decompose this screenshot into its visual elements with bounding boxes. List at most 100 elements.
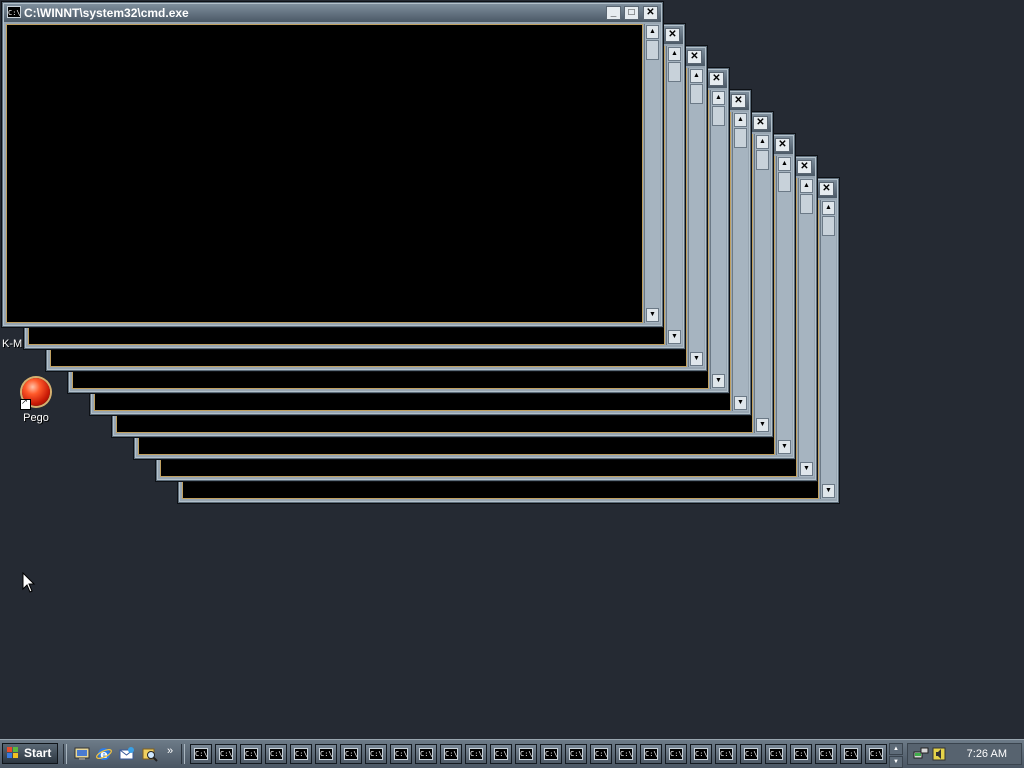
- close-button[interactable]: ✕: [797, 160, 812, 174]
- vertical-scrollbar[interactable]: ▲ ▼: [688, 68, 704, 367]
- cmd-window-icon[interactable]: C:\: [7, 6, 21, 18]
- taskbar-cmd-button[interactable]: C:\: [390, 744, 412, 764]
- scroll-up-icon[interactable]: ▲: [822, 201, 835, 215]
- scroll-thumb[interactable]: [734, 128, 747, 148]
- taskbar-cmd-button[interactable]: C:\: [590, 744, 612, 764]
- show-desktop-icon[interactable]: [74, 746, 90, 762]
- scroll-thumb[interactable]: [712, 106, 725, 126]
- taskbar-cmd-button[interactable]: C:\: [290, 744, 312, 764]
- taskbar-cmd-button[interactable]: C:\: [190, 744, 212, 764]
- vertical-scrollbar[interactable]: ▲ ▼: [776, 156, 792, 455]
- scroll-up-icon[interactable]: ▲: [668, 47, 681, 61]
- close-button[interactable]: ✕: [687, 50, 702, 64]
- scroll-thumb[interactable]: [668, 62, 681, 82]
- taskbar-cmd-button[interactable]: C:\: [790, 744, 812, 764]
- clock[interactable]: 7:26 AM: [967, 748, 1007, 760]
- vertical-scrollbar[interactable]: ▲ ▼: [798, 178, 814, 477]
- taskbar-separator: [63, 744, 67, 764]
- start-button[interactable]: Start: [2, 743, 58, 764]
- taskbar-cmd-button[interactable]: C:\: [490, 744, 512, 764]
- taskbar-cmd-button[interactable]: C:\: [640, 744, 662, 764]
- cmd-icon: C:\: [744, 748, 758, 760]
- vertical-scrollbar[interactable]: ▲ ▼: [644, 24, 660, 323]
- taskbar-cmd-button[interactable]: C:\: [440, 744, 462, 764]
- taskbar-cmd-button[interactable]: C:\: [715, 744, 737, 764]
- vertical-scrollbar[interactable]: ▲ ▼: [666, 46, 682, 345]
- taskbar-scroll[interactable]: ▲ ▼: [889, 743, 903, 768]
- scroll-up-icon[interactable]: ▲: [800, 179, 813, 193]
- minimize-button[interactable]: _: [606, 6, 621, 20]
- taskbar-cmd-button[interactable]: C:\: [340, 744, 362, 764]
- scroll-thumb[interactable]: [690, 84, 703, 104]
- taskbar-cmd-button[interactable]: C:\: [240, 744, 262, 764]
- scroll-down-icon[interactable]: ▼: [822, 484, 835, 498]
- scroll-up-icon[interactable]: ▲: [712, 91, 725, 105]
- taskbar-cmd-button[interactable]: C:\: [665, 744, 687, 764]
- cmd-icon: C:\: [644, 748, 658, 760]
- taskbar-cmd-button[interactable]: C:\: [465, 744, 487, 764]
- scroll-up-icon[interactable]: ▲: [734, 113, 747, 127]
- maximize-button[interactable]: □: [624, 6, 639, 20]
- taskbar-cmd-button[interactable]: C:\: [565, 744, 587, 764]
- taskbar-cmd-button[interactable]: C:\: [540, 744, 562, 764]
- scroll-up-icon[interactable]: ▲: [756, 135, 769, 149]
- taskbar-cmd-button[interactable]: C:\: [815, 744, 837, 764]
- search-icon[interactable]: [142, 746, 158, 762]
- taskbar-cmd-button[interactable]: C:\: [415, 744, 437, 764]
- close-button[interactable]: ✕: [665, 28, 680, 42]
- desktop-icon-pego[interactable]: Pego: [6, 378, 66, 424]
- close-button[interactable]: ✕: [643, 6, 658, 20]
- vertical-scrollbar[interactable]: ▲ ▼: [732, 112, 748, 411]
- scroll-down-icon[interactable]: ▼: [778, 440, 791, 454]
- vertical-scrollbar[interactable]: ▲ ▼: [820, 200, 836, 499]
- taskbar-cmd-button[interactable]: C:\: [315, 744, 337, 764]
- scroll-thumb[interactable]: [822, 216, 835, 236]
- cmd-icon: C:\: [394, 748, 408, 760]
- scroll-up-icon[interactable]: ▲: [778, 157, 791, 171]
- close-button[interactable]: ✕: [709, 72, 724, 86]
- taskbar-cmd-button[interactable]: C:\: [615, 744, 637, 764]
- scroll-down-icon[interactable]: ▼: [756, 418, 769, 432]
- scroll-thumb[interactable]: [756, 150, 769, 170]
- taskbar-scroll-up-icon[interactable]: ▲: [889, 743, 903, 755]
- network-icon[interactable]: [913, 746, 929, 767]
- vertical-scrollbar[interactable]: ▲ ▼: [710, 90, 726, 389]
- close-button[interactable]: ✕: [731, 94, 746, 108]
- outlook-express-icon[interactable]: [119, 746, 135, 762]
- scroll-thumb[interactable]: [646, 40, 659, 60]
- taskbar-cmd-button[interactable]: C:\: [265, 744, 287, 764]
- window-titlebar[interactable]: C:\ C:\WINNT\system32\cmd.exe _ □ ✕: [4, 4, 661, 22]
- taskbar-scroll-down-icon[interactable]: ▼: [889, 756, 903, 768]
- scroll-thumb[interactable]: [778, 172, 791, 192]
- close-button[interactable]: ✕: [819, 182, 834, 196]
- scroll-down-icon[interactable]: ▼: [646, 308, 659, 322]
- vertical-scrollbar[interactable]: ▲ ▼: [754, 134, 770, 433]
- quicklaunch-overflow-icon[interactable]: »: [167, 745, 173, 757]
- scroll-down-icon[interactable]: ▼: [690, 352, 703, 366]
- volume-icon[interactable]: [931, 746, 947, 767]
- close-button[interactable]: ✕: [775, 138, 790, 152]
- taskbar-cmd-button[interactable]: C:\: [840, 744, 862, 764]
- taskbar-cmd-button[interactable]: C:\: [515, 744, 537, 764]
- scroll-thumb[interactable]: [800, 194, 813, 214]
- taskbar-cmd-button[interactable]: C:\: [690, 744, 712, 764]
- taskbar-cmd-button[interactable]: C:\: [740, 744, 762, 764]
- internet-explorer-icon[interactable]: e: [96, 746, 112, 762]
- scroll-down-icon[interactable]: ▼: [800, 462, 813, 476]
- scroll-down-icon[interactable]: ▼: [734, 396, 747, 410]
- taskbar-cmd-button[interactable]: C:\: [365, 744, 387, 764]
- taskbar-cmd-button[interactable]: C:\: [215, 744, 237, 764]
- system-tray: 7:26 AM: [907, 743, 1022, 765]
- close-button[interactable]: ✕: [753, 116, 768, 130]
- taskbar-cmd-button[interactable]: C:\: [765, 744, 787, 764]
- taskbar-cmd-button[interactable]: C:\: [865, 744, 887, 764]
- scroll-down-icon[interactable]: ▼: [712, 374, 725, 388]
- scroll-up-icon[interactable]: ▲: [646, 25, 659, 39]
- cmd-icon: C:\: [344, 748, 358, 760]
- scroll-up-icon[interactable]: ▲: [690, 69, 703, 83]
- cmd-icon: C:\: [194, 748, 208, 760]
- cmd-icon: C:\: [219, 748, 233, 760]
- console-area[interactable]: [6, 24, 643, 323]
- scroll-down-icon[interactable]: ▼: [668, 330, 681, 344]
- cmd-window-active[interactable]: C:\ C:\WINNT\system32\cmd.exe _ □ ✕ ▲ ▼: [1, 1, 664, 328]
